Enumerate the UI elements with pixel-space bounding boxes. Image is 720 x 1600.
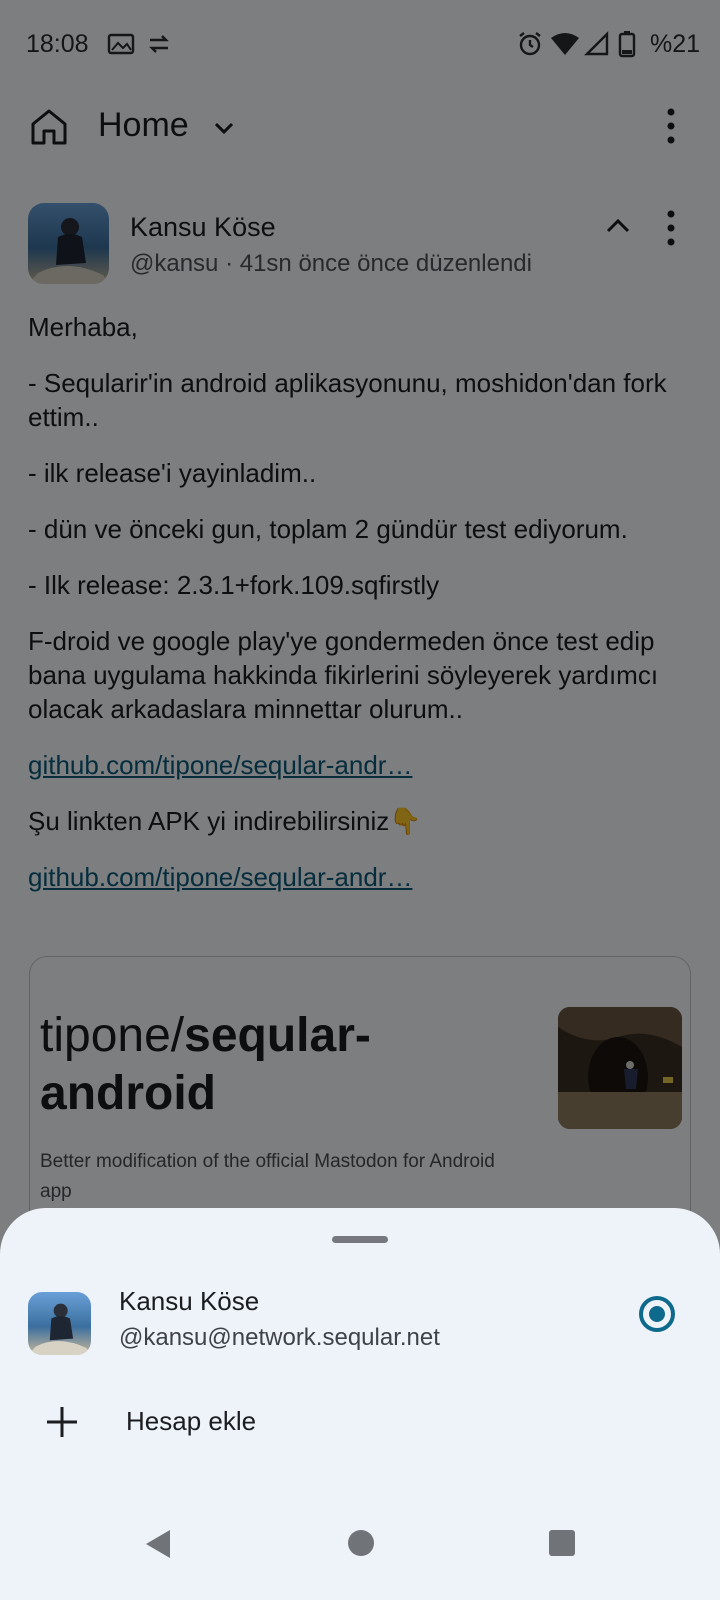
account-handle: @kansu@network.seqular.net [119, 1324, 440, 1351]
app-screen: 18:08 %21 Home [0, 0, 720, 1600]
plus-icon [47, 1407, 77, 1437]
nav-recents-icon[interactable] [549, 1530, 575, 1556]
account-name: Kansu Köse [119, 1286, 260, 1316]
system-nav-bar [0, 1500, 720, 1600]
account-selected-radio[interactable] [639, 1296, 675, 1332]
account-avatar-image [28, 1292, 91, 1355]
drag-handle[interactable] [332, 1236, 388, 1243]
nav-back-icon[interactable] [144, 1528, 172, 1560]
add-account-button[interactable]: Hesap ekle [0, 1386, 720, 1458]
account-avatar [28, 1292, 91, 1355]
nav-home-icon[interactable] [348, 1530, 374, 1556]
account-row[interactable]: Kansu Köse @kansu@network.seqular.net [0, 1276, 720, 1376]
add-account-label: Hesap ekle [126, 1406, 257, 1436]
